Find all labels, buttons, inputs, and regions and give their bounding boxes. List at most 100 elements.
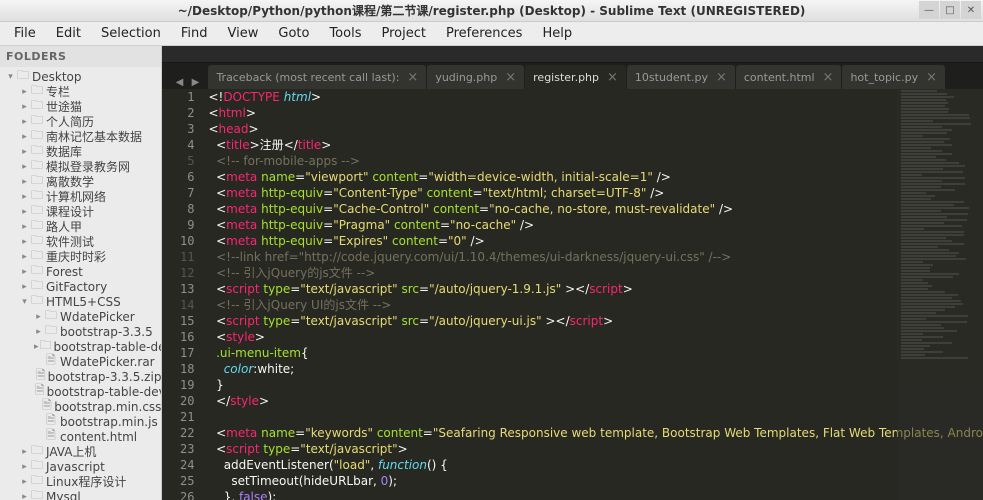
disclosure-icon: ▸ — [20, 492, 29, 500]
disclosure-icon: ▸ — [20, 117, 29, 127]
menu-project[interactable]: Project — [371, 23, 435, 44]
tab-close-icon[interactable]: × — [823, 70, 834, 85]
tab-close-icon[interactable]: × — [607, 70, 618, 85]
tab[interactable]: register.php × — [525, 65, 626, 89]
tree-file[interactable]: 🗎bootstrap.min.css — [0, 399, 161, 414]
tab-close-icon[interactable]: × — [407, 70, 418, 85]
menu-selection[interactable]: Selection — [91, 23, 171, 44]
tree-folder[interactable]: ▸🗀课程设计 — [0, 204, 161, 219]
tree-file[interactable]: 🗎content.html — [0, 429, 161, 444]
code-line[interactable]: <meta http-equiv="Content-Type" content=… — [208, 185, 983, 201]
code-line[interactable]: addEventListener("load", function() { — [208, 457, 983, 473]
tree-folder[interactable]: ▸🗀WdatePicker — [0, 309, 161, 324]
code-line[interactable]: </style> — [208, 393, 983, 409]
line-number: 20 — [162, 393, 194, 409]
tree-folder[interactable]: ▸🗀计算机网络 — [0, 189, 161, 204]
tab-close-icon[interactable]: × — [716, 70, 727, 85]
tree-folder[interactable]: ▸🗀重庆时时彩 — [0, 249, 161, 264]
code-line[interactable]: <meta name="keywords" content="Seafaring… — [208, 425, 983, 441]
tab[interactable]: yuding.php× — [427, 65, 524, 89]
menu-tools[interactable]: Tools — [319, 23, 371, 44]
nav-back-icon[interactable]: ◀ — [172, 75, 186, 89]
tab[interactable]: Traceback (most recent call last):× — [208, 65, 426, 89]
line-number: 14 — [162, 297, 194, 313]
minimize-button[interactable]: — — [919, 1, 939, 19]
code-line[interactable]: <!-- 引入jQuery UI的js文件 --> — [208, 297, 983, 313]
code-line[interactable] — [208, 409, 983, 425]
tree-folder[interactable]: ▸🗀路人甲 — [0, 219, 161, 234]
menu-help[interactable]: Help — [532, 23, 582, 44]
tree-folder[interactable]: ▾🗀HTML5+CSS — [0, 294, 161, 309]
code-line[interactable]: <!-- for-mobile-apps --> — [208, 153, 983, 169]
code-line[interactable]: .ui-menu-item{ — [208, 345, 983, 361]
code-content[interactable]: <!DOCTYPE html><html><head> <title>注册</t… — [204, 89, 983, 500]
code-line[interactable]: }, false); — [208, 489, 983, 500]
code-line[interactable]: <!-- 引入jQuery的js文件 --> — [208, 265, 983, 281]
menu-edit[interactable]: Edit — [46, 23, 91, 44]
disclosure-icon: ▸ — [20, 462, 29, 472]
code-line[interactable]: <title>注册</title> — [208, 137, 983, 153]
code-line[interactable]: setTimeout(hideURLbar, 0); — [208, 473, 983, 489]
code-line[interactable]: <style> — [208, 329, 983, 345]
code-line[interactable]: <!--link href="http://code.jquery.com/ui… — [208, 249, 983, 265]
disclosure-icon: ▸ — [20, 102, 29, 112]
tree-file[interactable]: 🗎bootstrap-3.3.5.zip — [0, 369, 161, 384]
tree-label: bootstrap.min.css — [54, 400, 161, 414]
tree-folder[interactable]: ▾🗀Desktop — [0, 69, 161, 84]
tree-folder[interactable]: ▸🗀bootstrap-table-develop — [0, 339, 161, 354]
tree-folder[interactable]: ▸🗀GitFactory — [0, 279, 161, 294]
line-number: 26 — [162, 489, 194, 500]
tree-file[interactable]: 🗎bootstrap-table-develop.zip — [0, 384, 161, 399]
code-line[interactable]: <meta http-equiv="Expires" content="0" /… — [208, 233, 983, 249]
code-view[interactable]: 1234567891011121314151617181920212223242… — [162, 89, 983, 500]
top-strip — [162, 46, 983, 63]
code-line[interactable]: <html> — [208, 105, 983, 121]
tree-folder[interactable]: ▸🗀Forest — [0, 264, 161, 279]
tree-folder[interactable]: ▸🗀专栏 — [0, 84, 161, 99]
code-line[interactable]: <meta name="viewport" content="width=dev… — [208, 169, 983, 185]
tab[interactable]: content.html× — [736, 65, 842, 89]
line-number: 15 — [162, 313, 194, 329]
code-line[interactable]: <script type="text/javascript" src="/aut… — [208, 313, 983, 329]
nav-fwd-icon[interactable]: ▶ — [188, 75, 202, 89]
tab-close-icon[interactable]: × — [505, 70, 516, 85]
tab[interactable]: 10student.py× — [627, 65, 735, 89]
folder-tree[interactable]: ▾🗀Desktop▸🗀专栏▸🗀世途猫▸🗀个人简历▸🗀南林记忆基本数据▸🗀数据库▸… — [0, 67, 161, 500]
tree-folder[interactable]: ▸🗀离散数学 — [0, 174, 161, 189]
tree-folder[interactable]: ▸🗀南林记忆基本数据 — [0, 129, 161, 144]
menu-goto[interactable]: Goto — [268, 23, 319, 44]
code-line[interactable]: <meta http-equiv="Pragma" content="no-ca… — [208, 217, 983, 233]
tree-folder[interactable]: ▸🗀软件测试 — [0, 234, 161, 249]
code-line[interactable]: color:white; — [208, 361, 983, 377]
code-line[interactable]: <!DOCTYPE html> — [208, 89, 983, 105]
menu-preferences[interactable]: Preferences — [436, 23, 532, 44]
disclosure-icon: ▸ — [20, 252, 29, 262]
close-button[interactable]: ✕ — [961, 1, 981, 19]
tree-file[interactable]: 🗎bootstrap.min.js — [0, 414, 161, 429]
tree-folder[interactable]: ▸🗀Linux程序设计 — [0, 474, 161, 489]
menu-find[interactable]: Find — [171, 23, 218, 44]
tree-folder[interactable]: ▸🗀世途猫 — [0, 99, 161, 114]
code-line[interactable]: } — [208, 377, 983, 393]
maximize-button[interactable]: □ — [940, 1, 960, 19]
tab[interactable]: hot_topic.py× — [842, 65, 945, 89]
code-line[interactable]: <script type="text/javascript" src="/aut… — [208, 281, 983, 297]
tree-folder[interactable]: ▸🗀bootstrap-3.3.5 — [0, 324, 161, 339]
tab-label: register.php — [533, 71, 599, 84]
code-line[interactable]: <script type="text/javascript"> — [208, 441, 983, 457]
menu-file[interactable]: File — [4, 23, 46, 44]
menu-view[interactable]: View — [218, 23, 269, 44]
tree-file[interactable]: 🗎WdatePicker.rar — [0, 354, 161, 369]
code-line[interactable]: <meta http-equiv="Cache-Control" content… — [208, 201, 983, 217]
minimap[interactable] — [897, 89, 983, 500]
tab-close-icon[interactable]: × — [926, 70, 937, 85]
tree-folder[interactable]: ▸🗀JAVA上机 — [0, 444, 161, 459]
tree-folder[interactable]: ▸🗀模拟登录教务网 — [0, 159, 161, 174]
tree-folder[interactable]: ▸🗀Mysql — [0, 489, 161, 500]
code-line[interactable]: <head> — [208, 121, 983, 137]
line-number: 8 — [162, 201, 194, 217]
tree-folder[interactable]: ▸🗀数据库 — [0, 144, 161, 159]
tree-folder[interactable]: ▸🗀个人简历 — [0, 114, 161, 129]
line-number: 10 — [162, 233, 194, 249]
tree-folder[interactable]: ▸🗀Javascript — [0, 459, 161, 474]
